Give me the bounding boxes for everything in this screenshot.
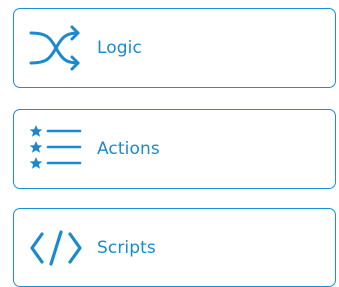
- logic-label: Logic: [97, 38, 142, 58]
- actions-label: Actions: [97, 139, 160, 159]
- shuffle-icon: [29, 25, 80, 71]
- scripts-button[interactable]: Scripts: [13, 208, 336, 287]
- logic-button[interactable]: Logic: [13, 8, 336, 88]
- scripts-label: Scripts: [97, 237, 156, 258]
- starred-list-icon: [29, 125, 82, 169]
- code-brackets-icon: [30, 230, 82, 266]
- actions-button[interactable]: Actions: [13, 109, 336, 189]
